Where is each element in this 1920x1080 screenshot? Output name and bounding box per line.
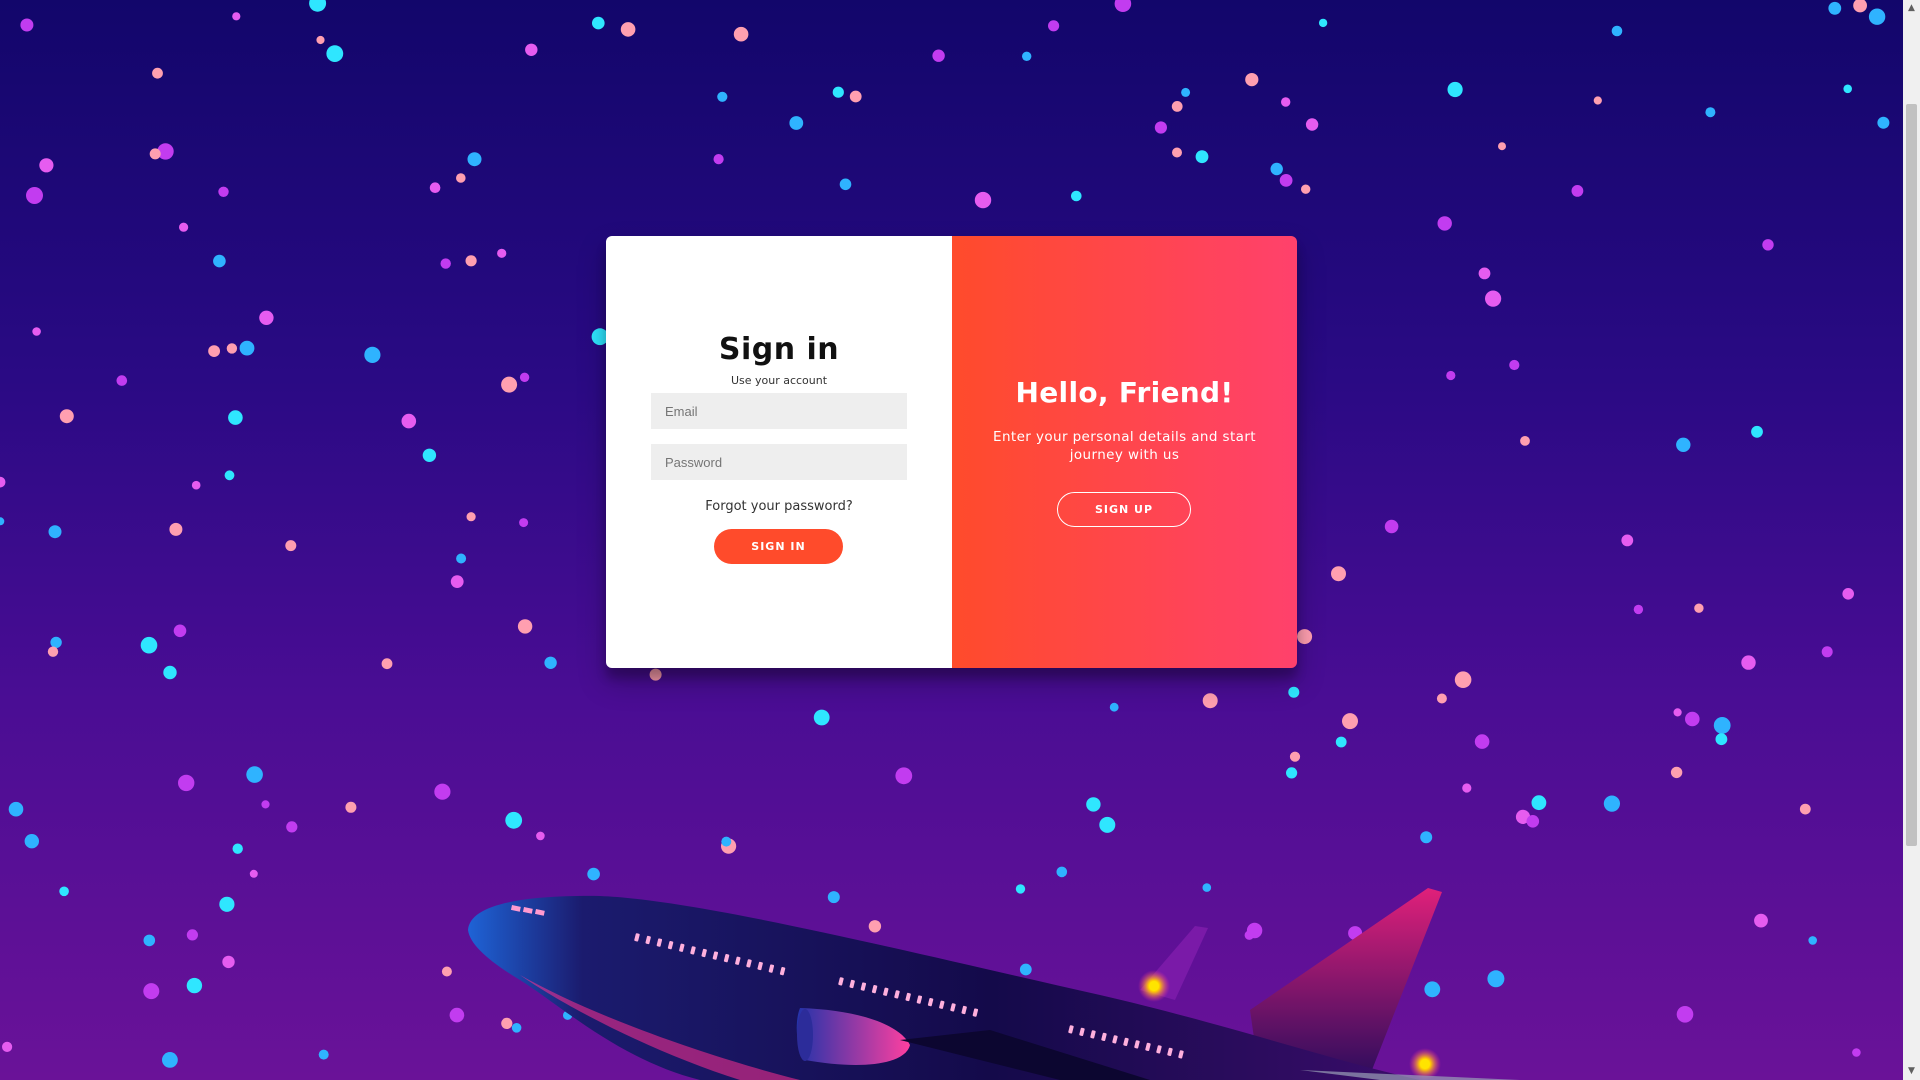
sign-in-subtitle: Use your account [730,374,828,387]
overlay-title: Hello, Friend! [1015,376,1234,409]
email-field[interactable] [651,393,907,429]
scroll-thumb[interactable] [1906,104,1917,846]
scroll-up-arrow-icon[interactable]: ▲ [1903,0,1920,17]
welcome-overlay-panel: Hello, Friend! Enter your personal detai… [952,236,1297,668]
sign-up-button[interactable]: SIGN UP [1057,492,1191,527]
sign-in-button[interactable]: SIGN IN [714,529,843,564]
fuselage [468,895,1420,1080]
password-field[interactable] [651,444,907,480]
overlay-text: Enter your personal details and start jo… [993,429,1256,463]
sign-in-title: Sign in [718,332,840,367]
sign-in-panel: Sign in Use your account Forgot your pas… [606,236,952,668]
scroll-down-arrow-icon[interactable]: ▼ [1903,1063,1920,1080]
forgot-password-link[interactable]: Forgot your password? [606,499,952,514]
vertical-scrollbar[interactable]: ▲ ▼ [1903,0,1920,1080]
auth-card: Sign in Use your account Forgot your pas… [606,236,1297,668]
